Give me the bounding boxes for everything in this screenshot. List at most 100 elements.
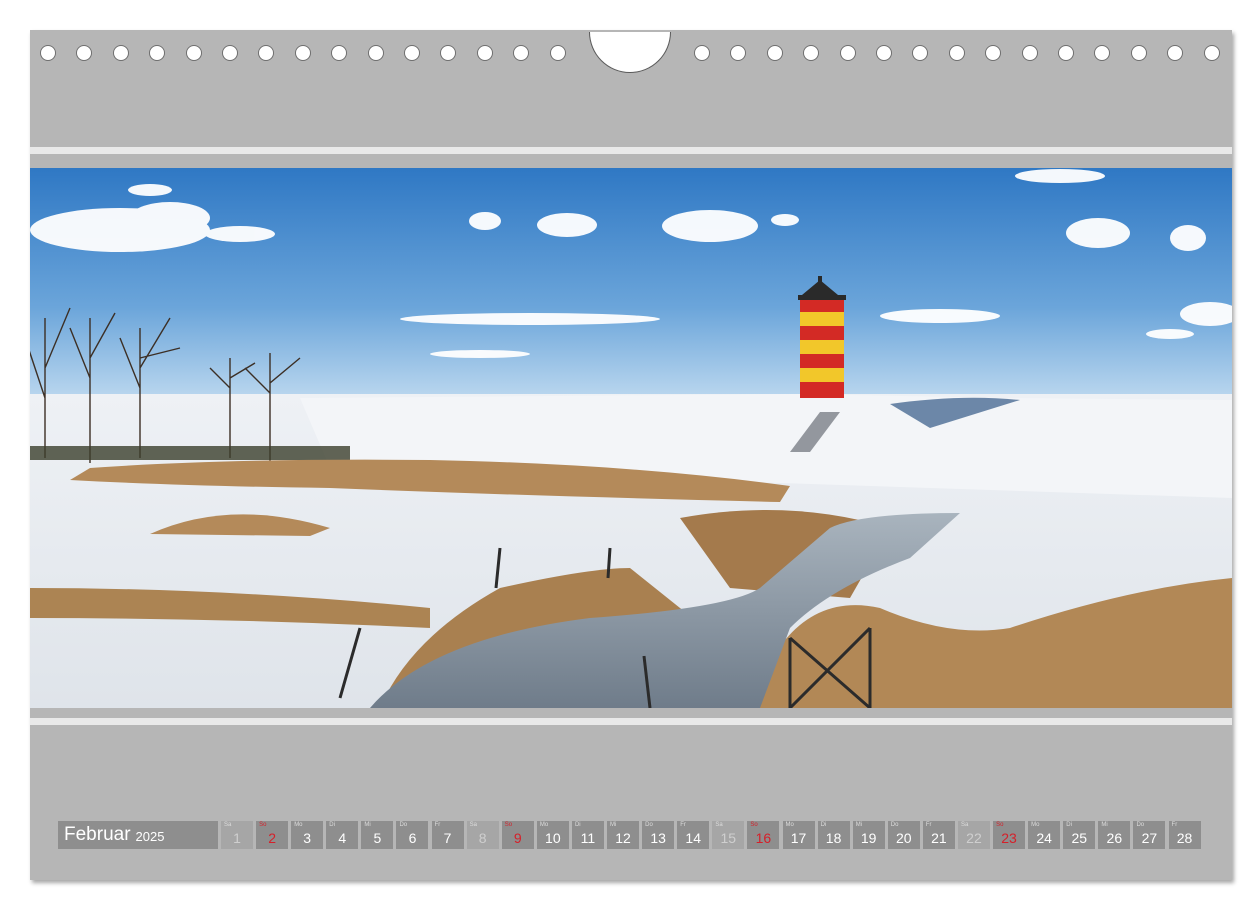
divider-line-bottom bbox=[30, 718, 1232, 725]
day-cell: Mi 5 bbox=[361, 821, 394, 849]
day-cell: Mo 10 bbox=[536, 821, 569, 849]
day-cell: So 23 bbox=[993, 821, 1026, 849]
binding-hole bbox=[549, 45, 566, 61]
day-number: 9 bbox=[513, 830, 522, 846]
weekday-abbrev: Fr bbox=[434, 822, 441, 828]
weekday-abbrev: Mo bbox=[785, 822, 794, 828]
weekday-abbrev: Fr bbox=[925, 822, 932, 828]
binding-hole bbox=[1058, 45, 1074, 61]
day-number: 21 bbox=[931, 830, 947, 846]
binding-hole bbox=[440, 45, 457, 61]
year-label: 2025 bbox=[135, 829, 165, 844]
day-number: 25 bbox=[1071, 830, 1088, 846]
binding-hole bbox=[1130, 45, 1147, 61]
weekday-abbrev: Do bbox=[645, 822, 653, 828]
weekday-abbrev: Mi bbox=[855, 822, 863, 828]
day-cells: Sa 1 So 2 Mo 3 Di 4 Mi 5 Do 6 Fr 7 Sa 8 So 9 Mo 10 Di 11 Mi 12 D… bbox=[221, 821, 1204, 849]
day-number: 14 bbox=[685, 830, 701, 846]
month-label-box: Februar 2025 bbox=[58, 821, 218, 849]
day-cell: Mi 19 bbox=[852, 821, 885, 849]
divider-line-top bbox=[30, 147, 1232, 154]
day-cell: Sa 15 bbox=[712, 821, 745, 849]
day-number: 24 bbox=[1036, 830, 1052, 846]
month-name: Februar bbox=[64, 824, 131, 845]
tree-line bbox=[30, 446, 350, 460]
binding-hole bbox=[1021, 45, 1038, 61]
weekday-abbrev: So bbox=[259, 822, 267, 828]
month-calendar-strip: Februar 2025 Sa 1 So 2 Mo 3 Di 4 Mi 5 Do 6 Fr 7 Sa 8 So 9… bbox=[58, 821, 1204, 849]
weekday-abbrev: Di bbox=[574, 822, 581, 828]
binding-hole bbox=[112, 45, 129, 61]
binding-hole bbox=[948, 45, 965, 61]
day-cell: So 2 bbox=[256, 821, 289, 849]
calendar-photo bbox=[30, 168, 1232, 708]
weekday-abbrev: Di bbox=[1066, 822, 1072, 828]
day-cell: Mo 24 bbox=[1028, 821, 1061, 849]
day-cell: Mo 17 bbox=[782, 821, 815, 849]
day-number: 8 bbox=[478, 830, 487, 846]
binding-hole bbox=[367, 45, 384, 61]
day-cell: Di 4 bbox=[326, 821, 359, 849]
weekday-abbrev: Di bbox=[820, 822, 827, 828]
day-number: 15 bbox=[720, 830, 737, 846]
day-number: 7 bbox=[443, 830, 452, 846]
day-number: 2 bbox=[268, 830, 276, 846]
binding-hole bbox=[404, 45, 420, 61]
day-number: 27 bbox=[1141, 830, 1158, 846]
day-cell: Do 6 bbox=[396, 821, 429, 849]
day-number: 19 bbox=[860, 830, 877, 846]
day-number: 16 bbox=[755, 830, 772, 846]
day-number: 20 bbox=[895, 830, 912, 846]
weekday-abbrev: Mo bbox=[294, 822, 303, 828]
binding-hole bbox=[258, 45, 275, 61]
binding-hole bbox=[294, 45, 311, 61]
day-cell: Sa 1 bbox=[221, 821, 253, 849]
day-cell: Fr 7 bbox=[431, 821, 464, 849]
day-number: 17 bbox=[790, 830, 807, 846]
binding-hole bbox=[766, 45, 783, 61]
binding-hole bbox=[1167, 45, 1184, 61]
binding-hole bbox=[149, 45, 166, 61]
day-cell: Fr 14 bbox=[677, 821, 710, 849]
day-number: 3 bbox=[303, 830, 312, 846]
day-number: 11 bbox=[580, 830, 596, 846]
weekday-abbrev: Sa bbox=[469, 822, 477, 828]
day-number: 13 bbox=[650, 830, 666, 846]
binding-hole bbox=[76, 45, 93, 61]
day-cell: Mo 3 bbox=[291, 821, 324, 849]
day-number: 4 bbox=[338, 830, 347, 846]
binding-hole bbox=[839, 45, 856, 61]
weekday-abbrev: Di bbox=[329, 822, 335, 828]
binding-hole bbox=[513, 45, 530, 61]
weekday-abbrev: Do bbox=[1136, 822, 1145, 828]
day-cell: Fr 21 bbox=[922, 821, 955, 849]
day-cell: So 16 bbox=[747, 821, 780, 849]
weekday-abbrev: Mo bbox=[1031, 822, 1040, 828]
day-cell: Di 18 bbox=[817, 821, 850, 849]
weekday-abbrev: Fr bbox=[680, 822, 686, 828]
day-number: 26 bbox=[1106, 830, 1123, 846]
binding-hole bbox=[803, 45, 820, 61]
weekday-abbrev: So bbox=[750, 822, 758, 828]
day-number: 1 bbox=[233, 830, 241, 846]
day-number: 5 bbox=[373, 830, 382, 846]
weekday-abbrev: Mi bbox=[364, 822, 371, 828]
binding-hole bbox=[331, 45, 348, 61]
weekday-abbrev: Mi bbox=[610, 822, 617, 828]
binding-hole bbox=[694, 45, 710, 61]
day-number: 22 bbox=[966, 830, 982, 846]
day-cell: So 9 bbox=[501, 821, 534, 849]
sky bbox=[30, 168, 1232, 400]
binding-hole bbox=[730, 45, 747, 61]
lighthouse-landscape-image bbox=[30, 168, 1232, 708]
day-number: 12 bbox=[615, 830, 631, 846]
day-cell: Do 20 bbox=[887, 821, 920, 849]
weekday-abbrev: Mo bbox=[539, 822, 549, 828]
weekday-abbrev: So bbox=[996, 822, 1004, 828]
binding-hole bbox=[876, 45, 892, 61]
day-number: 18 bbox=[825, 830, 842, 846]
weekday-abbrev: Mi bbox=[1101, 822, 1108, 828]
binding-hole bbox=[476, 45, 493, 61]
binding-hole bbox=[185, 45, 202, 61]
day-cell: Mi 26 bbox=[1098, 821, 1131, 849]
